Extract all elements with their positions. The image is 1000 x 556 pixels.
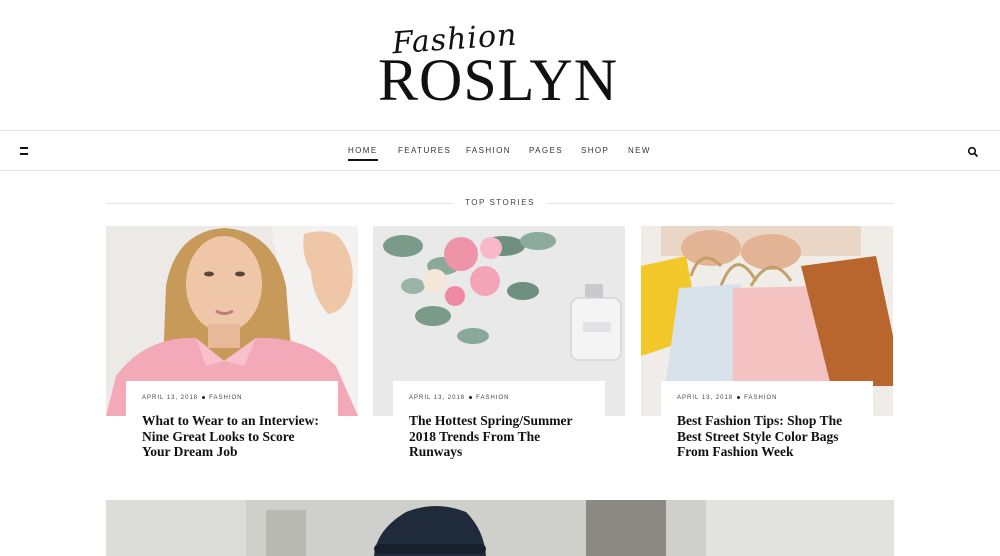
nav-item-home[interactable]: HOME	[348, 146, 378, 161]
story-title[interactable]: The Hottest Spring/Summer 2018 Trends Fr…	[409, 413, 589, 460]
nav-item-fashion[interactable]: FASHION	[466, 146, 511, 155]
search-icon[interactable]	[967, 145, 979, 158]
story-meta: APRIL 13, 2018 FASHION	[142, 395, 322, 409]
site-header: Fashion ROSLYN	[0, 0, 1000, 130]
nav-menu: HOME FEATURES FASHION PAGES SHOP NEW	[0, 131, 1000, 170]
story-title[interactable]: What to Wear to an Interview: Nine Great…	[142, 413, 322, 460]
story-date: APRIL 13, 2018	[677, 395, 734, 401]
story-category[interactable]: FASHION	[209, 395, 242, 401]
story-card[interactable]: APRIL 13, 2018 FASHION Best Fashion Tips:…	[641, 226, 893, 476]
logo-main-text: ROSLYN	[378, 47, 619, 113]
story-date: APRIL 13, 2018	[409, 395, 466, 401]
nav-item-new[interactable]: NEW	[628, 146, 651, 155]
section-divider-right	[548, 203, 894, 204]
story-category[interactable]: FASHION	[744, 395, 777, 401]
dot-separator	[202, 395, 206, 399]
story-title[interactable]: Best Fashion Tips: Shop The Best Street …	[677, 413, 857, 460]
nav-item-shop[interactable]: SHOP	[581, 146, 609, 155]
dot-separator	[469, 395, 473, 399]
story-category[interactable]: FASHION	[476, 395, 509, 401]
story-card[interactable]: APRIL 13, 2018 FASHION What to Wear to an…	[106, 226, 358, 476]
nav-item-features[interactable]: FEATURES	[398, 146, 451, 155]
story-card-text: APRIL 13, 2018 FASHION Best Fashion Tips:…	[661, 381, 873, 476]
site-logo[interactable]: Fashion ROSLYN	[0, 0, 1000, 130]
main-navbar: HOME FEATURES FASHION PAGES SHOP NEW	[0, 130, 1000, 171]
story-card[interactable]: APRIL 13, 2018 FASHION The Hottest Spring…	[373, 226, 625, 476]
story-meta: APRIL 13, 2018 FASHION	[677, 395, 857, 409]
section-divider-left	[106, 203, 452, 204]
nav-item-pages[interactable]: PAGES	[529, 146, 563, 155]
story-card-text: APRIL 13, 2018 FASHION The Hottest Spring…	[393, 381, 605, 476]
story-date: APRIL 13, 2018	[142, 395, 199, 401]
woman-black-hat-photo[interactable]	[106, 500, 894, 556]
dot-separator	[737, 395, 741, 399]
story-card-text: APRIL 13, 2018 FASHION What to Wear to an…	[126, 381, 338, 476]
story-meta: APRIL 13, 2018 FASHION	[409, 395, 589, 409]
